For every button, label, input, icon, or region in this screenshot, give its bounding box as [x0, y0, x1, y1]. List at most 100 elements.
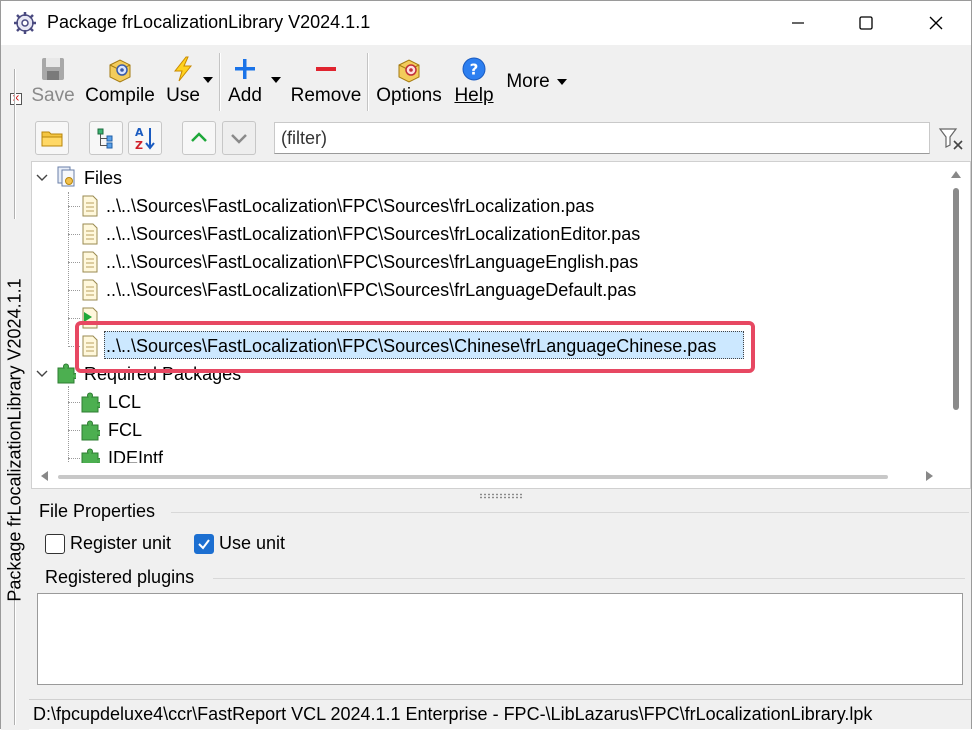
add-button[interactable]: Add	[223, 49, 267, 111]
tree-connector	[68, 206, 80, 207]
use-label: Use	[166, 85, 200, 106]
options-button[interactable]: Options	[373, 49, 445, 111]
save-label: Save	[31, 85, 75, 106]
clear-filter-button[interactable]	[937, 125, 965, 153]
dock-grip-top	[14, 69, 16, 219]
package-name: LCL	[108, 392, 142, 412]
checkmark-icon	[198, 539, 210, 550]
tree-horizontal-scrollbar[interactable]	[32, 463, 942, 488]
svg-text:A: A	[135, 126, 144, 139]
use-dropdown-arrow[interactable]	[203, 77, 213, 83]
file-properties-title: File Properties	[39, 501, 156, 521]
scroll-left-icon[interactable]	[40, 471, 48, 481]
sort-alphabetically-button[interactable]: A Z	[128, 121, 162, 155]
files-folder-icon	[57, 166, 75, 187]
window-title: Package frLocalizationLibrary V2024.1.1	[47, 12, 371, 32]
close-button[interactable]	[901, 1, 971, 45]
file-path: ..\..\Sources\FastLocalization\FPC\Sourc…	[106, 252, 639, 272]
lightning-icon	[173, 56, 193, 82]
scroll-right-icon[interactable]	[926, 471, 934, 481]
file-path: ..\..\Sources\FastLocalization\FPC\Sourc…	[106, 280, 637, 300]
dock-caption-label: Package frLocalizationLibrary V2024.1.1	[4, 278, 25, 602]
save-button[interactable]: Save	[31, 49, 75, 111]
toolbar-separator	[219, 53, 221, 111]
add-label: Add	[228, 85, 262, 106]
tree-connector	[68, 290, 80, 291]
svg-text:?: ?	[470, 61, 479, 79]
scroll-up-icon[interactable]	[951, 170, 961, 178]
package-gear-icon	[14, 12, 36, 34]
tree-connector	[68, 458, 80, 459]
sort-az-icon: A Z	[135, 126, 155, 151]
remove-button[interactable]: Remove	[289, 49, 363, 111]
save-icon	[42, 58, 64, 80]
minus-icon	[316, 67, 336, 71]
compile-icon	[109, 59, 131, 83]
package-name: FCL	[108, 420, 143, 440]
move-down-button[interactable]	[222, 121, 256, 155]
funnel-clear-icon	[938, 128, 963, 150]
help-label: Help	[451, 85, 497, 107]
use-unit-checkbox[interactable]	[194, 534, 214, 554]
tree-connector	[68, 318, 80, 319]
package-puzzle-icon	[81, 420, 100, 441]
minimize-icon	[792, 22, 804, 24]
help-icon: ?	[462, 57, 486, 81]
more-button[interactable]: More	[503, 49, 553, 111]
tree-vertical-scrollbar[interactable]	[943, 162, 969, 462]
options-icon	[398, 59, 420, 83]
tree-structure-icon	[97, 128, 113, 149]
main-toolbar: Save Compile Use Add Remove Options ? He…	[31, 49, 971, 115]
register-unit-label[interactable]: Register unit	[70, 533, 171, 554]
register-unit-checkbox[interactable]	[45, 534, 65, 554]
registered-plugins-title: Registered plugins	[45, 567, 195, 587]
tree-connector	[68, 402, 80, 403]
tree-connector	[68, 234, 80, 235]
pas-file-icon	[82, 195, 98, 217]
maximize-icon	[859, 16, 873, 30]
filter-input[interactable]: (filter)	[274, 122, 930, 154]
horizontal-scroll-thumb[interactable]	[58, 475, 888, 479]
chevron-up-icon	[191, 132, 207, 142]
pas-file-icon	[82, 223, 98, 245]
file-path: ..\..\Sources\FastLocalization\FPC\Sourc…	[106, 224, 641, 244]
dock-close-button[interactable]: ×	[10, 93, 22, 105]
status-bar: D:\fpcupdeluxe4\ccr\FastReport VCL 2024.…	[29, 699, 971, 729]
chevron-down-icon[interactable]	[36, 172, 48, 184]
package-puzzle-icon	[81, 392, 100, 413]
open-folder-button[interactable]	[35, 121, 69, 155]
highlight-annotation	[75, 321, 755, 373]
help-button[interactable]: ? Help	[451, 49, 497, 111]
more-label: More	[506, 71, 550, 92]
chevron-down-icon	[231, 134, 247, 144]
registered-plugins-list[interactable]	[37, 593, 963, 685]
help-label-text: Help	[454, 85, 494, 106]
close-icon	[929, 16, 943, 30]
divider	[213, 578, 965, 579]
move-up-button[interactable]	[182, 121, 216, 155]
tree-connector	[68, 262, 80, 263]
splitter-grip[interactable]	[479, 493, 523, 499]
maximize-button[interactable]	[831, 1, 901, 45]
file-path: ..\..\Sources\FastLocalization\FPC\Sourc…	[106, 196, 595, 216]
use-unit-label[interactable]: Use unit	[219, 533, 285, 554]
toolbar-separator	[367, 53, 369, 111]
tree-connector	[68, 386, 69, 466]
compile-button[interactable]: Compile	[81, 49, 159, 111]
options-label: Options	[376, 85, 442, 106]
minimize-button[interactable]	[763, 1, 833, 45]
tree-connector	[68, 430, 80, 431]
folder-icon	[41, 131, 63, 147]
packages-puzzle-icon	[57, 363, 76, 384]
package-editor-window: Package frLocalizationLibrary V2024.1.1 …	[0, 0, 972, 730]
use-button[interactable]: Use	[161, 49, 205, 111]
chevron-down-icon[interactable]	[36, 368, 48, 380]
tree-structure-button[interactable]	[89, 121, 123, 155]
pas-file-icon	[82, 279, 98, 301]
more-dropdown-arrow[interactable]	[557, 79, 567, 85]
compile-label: Compile	[85, 85, 155, 106]
svg-text:Z: Z	[135, 139, 143, 151]
remove-label: Remove	[290, 85, 362, 106]
add-dropdown-arrow[interactable]	[271, 77, 281, 83]
vertical-scroll-thumb[interactable]	[953, 188, 959, 410]
